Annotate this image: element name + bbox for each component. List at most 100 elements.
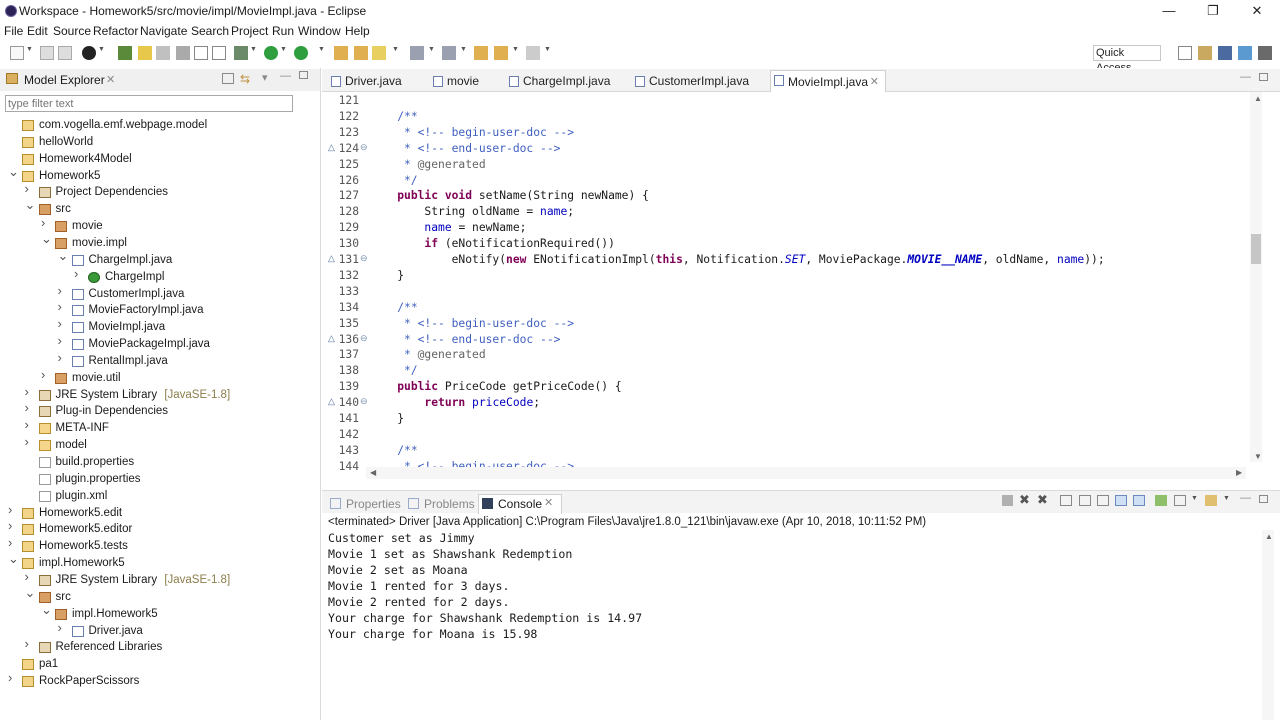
code-line[interactable]: * <!-- end-user-doc --> bbox=[370, 141, 560, 157]
display-console-icon[interactable] bbox=[1174, 495, 1186, 506]
minimize-view-icon[interactable]: — bbox=[280, 70, 291, 82]
menu-file[interactable]: File bbox=[4, 24, 23, 38]
open-console-icon[interactable] bbox=[1205, 495, 1217, 506]
model-explorer-title[interactable]: Model Explorer bbox=[24, 73, 105, 87]
terminate-icon[interactable] bbox=[1002, 495, 1013, 506]
maximize-view-icon[interactable] bbox=[299, 71, 308, 79]
format-icon[interactable] bbox=[176, 46, 190, 60]
close-button[interactable]: ✕ bbox=[1234, 0, 1280, 22]
maximize-console-icon[interactable] bbox=[1259, 495, 1268, 503]
minimize-editor-icon[interactable]: — bbox=[1240, 71, 1251, 83]
expand-arrow-icon[interactable]: › bbox=[25, 385, 35, 398]
code-line[interactable]: return priceCode; bbox=[370, 395, 540, 411]
code-line[interactable]: * @generated bbox=[370, 347, 486, 363]
code-line[interactable]: public PriceCode getPriceCode() { bbox=[370, 379, 621, 395]
show-on-error-icon[interactable] bbox=[1133, 495, 1145, 506]
console-scrollbar[interactable] bbox=[1262, 530, 1274, 720]
code-line[interactable]: */ bbox=[370, 173, 418, 189]
quick-access-field[interactable]: Quick Access bbox=[1093, 45, 1161, 74]
collapse-arrow-icon[interactable]: ⌄ bbox=[8, 552, 19, 565]
forward-icon[interactable] bbox=[526, 46, 540, 60]
collapse-arrow-icon[interactable]: ⌄ bbox=[25, 198, 36, 211]
build-icon[interactable] bbox=[118, 46, 132, 60]
horizontal-scrollbar[interactable] bbox=[366, 467, 1246, 479]
scroll-lock-icon[interactable] bbox=[1079, 495, 1091, 506]
run-external-icon[interactable] bbox=[294, 46, 308, 60]
fold-marker-icon[interactable]: ⊖ bbox=[360, 333, 368, 344]
code-line[interactable]: } bbox=[370, 268, 404, 284]
menu-search[interactable]: Search bbox=[191, 24, 229, 38]
link-with-editor-icon[interactable]: ⇆ bbox=[240, 72, 250, 86]
external-dropdown-icon[interactable]: ▼ bbox=[318, 46, 325, 53]
editor-tab[interactable]: MovieImpl.java ✕ bbox=[770, 70, 886, 92]
close-console-icon[interactable]: ✕ bbox=[544, 496, 553, 509]
minimize-console-icon[interactable]: — bbox=[1240, 492, 1251, 504]
code-line[interactable]: eNotify(new ENotificationImpl(this, Noti… bbox=[370, 252, 1105, 268]
fold-marker-icon[interactable]: ⊖ bbox=[360, 396, 368, 407]
search-dropdown-icon[interactable]: ▼ bbox=[392, 46, 399, 53]
java-ee-perspective-icon[interactable] bbox=[1198, 46, 1212, 60]
menu-source[interactable]: Source bbox=[53, 24, 91, 38]
back-dropdown-icon[interactable]: ▼ bbox=[512, 46, 519, 53]
editor-tab[interactable]: CustomerImpl.java bbox=[632, 72, 764, 90]
save-icon[interactable] bbox=[40, 46, 54, 60]
forward-dropdown-icon[interactable]: ▼ bbox=[544, 46, 551, 53]
expand-arrow-icon[interactable]: › bbox=[25, 182, 35, 195]
tab-properties[interactable]: Properties bbox=[346, 495, 401, 513]
last-edit-icon[interactable] bbox=[474, 46, 488, 60]
fold-marker-icon[interactable]: ⊖ bbox=[360, 253, 368, 264]
clear-console-icon[interactable] bbox=[1060, 495, 1072, 506]
code-line[interactable]: public void setName(String newName) { bbox=[370, 188, 649, 204]
block-icon[interactable] bbox=[194, 46, 208, 60]
code-line[interactable]: * <!-- begin-user-doc --> bbox=[370, 316, 574, 332]
remove-all-icon[interactable]: ✖ bbox=[1037, 492, 1048, 508]
expand-arrow-icon[interactable]: › bbox=[58, 300, 68, 313]
code-line[interactable]: */ bbox=[370, 363, 418, 379]
open-type-icon[interactable] bbox=[354, 46, 368, 60]
search-icon[interactable] bbox=[372, 46, 386, 60]
collapse-arrow-icon[interactable]: ⌄ bbox=[41, 232, 52, 245]
run-dropdown-icon[interactable]: ▼ bbox=[280, 46, 287, 53]
expand-arrow-icon[interactable]: › bbox=[58, 621, 68, 634]
expand-arrow-icon[interactable]: › bbox=[25, 401, 35, 414]
expand-arrow-icon[interactable]: › bbox=[74, 267, 84, 280]
collapse-arrow-icon[interactable]: ⌄ bbox=[8, 165, 19, 178]
save-all-icon[interactable] bbox=[58, 46, 72, 60]
editor-tab[interactable]: Driver.java bbox=[328, 72, 424, 90]
prev-annotation-icon[interactable] bbox=[442, 46, 456, 60]
expand-arrow-icon[interactable]: › bbox=[25, 418, 35, 431]
back-icon[interactable] bbox=[494, 46, 508, 60]
editor-tab[interactable]: ChargeImpl.java bbox=[506, 72, 624, 90]
menu-navigate[interactable]: Navigate bbox=[140, 24, 187, 38]
expand-arrow-icon[interactable]: › bbox=[58, 284, 68, 297]
menu-edit[interactable]: Edit bbox=[27, 24, 48, 38]
open-perspective-icon[interactable] bbox=[82, 46, 96, 60]
code-line[interactable]: /** bbox=[370, 300, 417, 316]
menu-run[interactable]: Run bbox=[272, 24, 294, 38]
scroll-left-icon[interactable]: ◀ bbox=[370, 468, 376, 477]
console-scroll-up-icon[interactable]: ▲ bbox=[1265, 532, 1273, 541]
menu-project[interactable]: Project bbox=[231, 24, 268, 38]
perspective-icon[interactable] bbox=[1178, 46, 1192, 60]
minimize-button[interactable]: — bbox=[1146, 0, 1192, 22]
display-console-dropdown-icon[interactable]: ▼ bbox=[1191, 495, 1198, 502]
expand-arrow-icon[interactable]: › bbox=[58, 334, 68, 347]
expand-arrow-icon[interactable]: › bbox=[25, 570, 35, 583]
debug-dropdown-icon[interactable]: ▼ bbox=[250, 46, 257, 53]
view-menu-icon[interactable]: ▾ bbox=[262, 71, 268, 84]
menu-refactor[interactable]: Refactor bbox=[93, 24, 138, 38]
collapse-all-icon[interactable] bbox=[222, 73, 234, 84]
new-dropdown-icon[interactable]: ▼ bbox=[26, 46, 33, 53]
expand-arrow-icon[interactable]: › bbox=[8, 536, 18, 549]
menu-window[interactable]: Window bbox=[298, 24, 341, 38]
code-line[interactable]: name = newName; bbox=[370, 220, 526, 236]
perspective-dropdown-icon[interactable]: ▼ bbox=[98, 46, 105, 53]
highlight-icon[interactable] bbox=[138, 46, 152, 60]
expand-arrow-icon[interactable]: › bbox=[25, 637, 35, 650]
word-wrap-icon[interactable] bbox=[1097, 495, 1109, 506]
show-on-output-icon[interactable] bbox=[1115, 495, 1127, 506]
collapse-arrow-icon[interactable]: ⌄ bbox=[41, 603, 52, 616]
editor-tab[interactable]: movie bbox=[430, 72, 500, 90]
expand-arrow-icon[interactable]: › bbox=[8, 519, 18, 532]
maximize-button[interactable]: ❐ bbox=[1190, 0, 1236, 22]
